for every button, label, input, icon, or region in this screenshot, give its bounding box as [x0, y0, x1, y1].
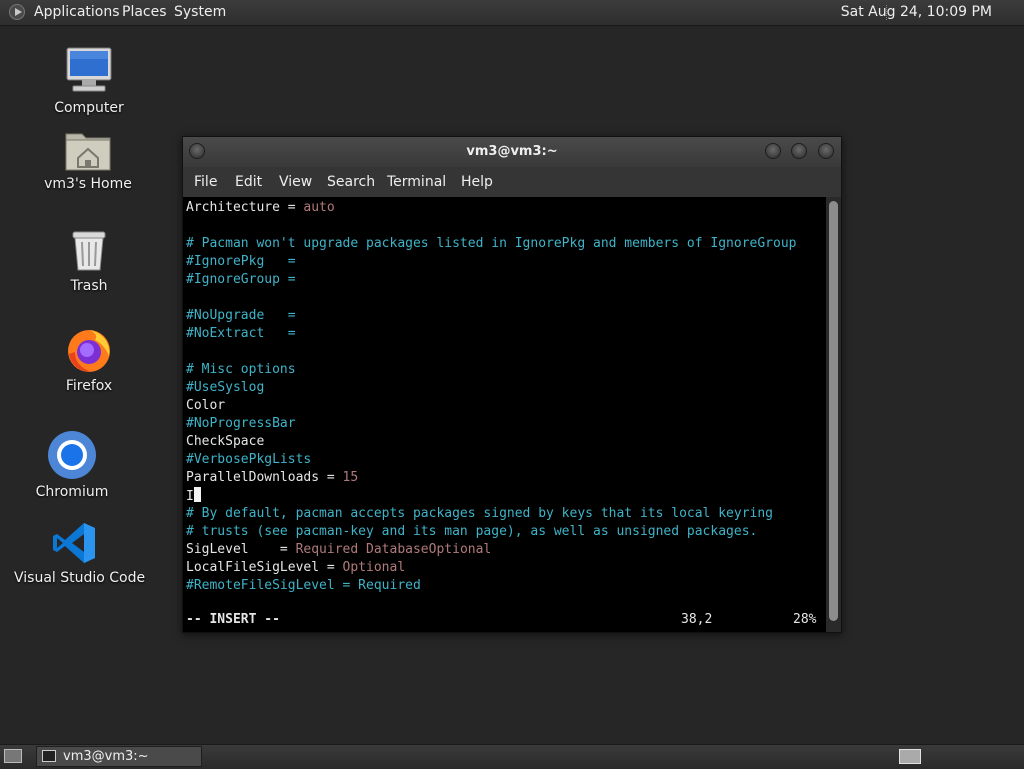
vim-mode: -- INSERT -- [186, 612, 280, 627]
desktop-icon-firefox[interactable]: Firefox [44, 326, 134, 394]
computer-icon [66, 47, 112, 92]
desktop-icon-label: Visual Studio Code [14, 570, 146, 586]
taskbar-button-label: vm3@vm3:~ [63, 749, 149, 764]
taskbar-button-terminal[interactable]: vm3@vm3:~ [36, 746, 202, 767]
terminal-content[interactable]: Architecture = auto # Pacman won't upgrad… [183, 197, 826, 632]
distro-logo-icon[interactable] [9, 4, 25, 20]
line-segment: # trusts (see pacman-key and its man pag… [186, 524, 758, 539]
desktop-icon-trash[interactable]: Trash [44, 228, 134, 294]
scroll-percent: 28% [793, 612, 817, 627]
chromium-icon [48, 431, 96, 479]
line-segment: #NoUpgrade = [186, 308, 296, 323]
line-segment: ParallelDownloads = [186, 470, 343, 485]
trash-icon [72, 231, 106, 271]
terminal-line: # trusts (see pacman-key and its man pag… [186, 523, 757, 541]
line-segment: # By default, pacman accepts packages si… [186, 506, 773, 521]
line-segment: # Misc options [186, 362, 296, 377]
terminal-line: Color [186, 397, 225, 415]
line-segment: #RemoteFileSigLevel = Required [186, 578, 421, 593]
cursor-position: 38,2 [681, 612, 713, 627]
vim-status-line: -- INSERT -- 38,2 28% [183, 610, 826, 630]
terminal-scrollbar[interactable] [826, 197, 841, 632]
window-title: vm3@vm3:~ [466, 144, 558, 159]
firefox-icon [68, 330, 110, 372]
line-segment: #IgnorePkg = [186, 254, 296, 269]
terminal-line: Architecture = auto [186, 199, 335, 217]
desktop-icon-label: Firefox [65, 378, 113, 394]
terminal-line: #IgnoreGroup = [186, 271, 296, 289]
terminal-window[interactable]: vm3@vm3:~ File Edit View Search Terminal… [182, 136, 842, 633]
menu-view[interactable]: View [279, 174, 312, 190]
line-segment: # Pacman won't upgrade packages listed i… [186, 236, 797, 251]
vscode-icon [53, 523, 95, 563]
terminal-line: #NoProgressBar [186, 415, 296, 433]
desktop-icon-chromium[interactable]: Chromium [27, 430, 117, 500]
terminal-line: #NoExtract = [186, 325, 296, 343]
line-segment: Required DatabaseOptional [295, 542, 492, 557]
menu-help[interactable]: Help [461, 174, 493, 190]
menu-terminal[interactable]: Terminal [387, 174, 446, 190]
desktop-icon-label: Chromium [35, 484, 109, 500]
applications-menu[interactable]: Applications [34, 4, 120, 20]
terminal-line: # By default, pacman accepts packages si… [186, 505, 773, 523]
top-panel: Applications Places System Sat Aug 24, 1… [0, 0, 1024, 26]
line-segment: #NoProgressBar [186, 416, 296, 431]
line-segment: 15 [342, 470, 359, 485]
places-menu[interactable]: Places [122, 4, 167, 20]
desktop-icon-label: Computer [54, 100, 124, 116]
menu-search[interactable]: Search [327, 174, 375, 190]
show-desktop-icon[interactable] [4, 749, 22, 763]
terminal-line: ParallelDownloads = 15 [186, 469, 358, 487]
line-segment: #VerbosePkgLists [186, 452, 312, 467]
terminal-line: #UseSyslog [186, 379, 264, 397]
line-segment: I [186, 489, 194, 504]
terminal-line: #VerbosePkgLists [186, 451, 311, 469]
desktop-icon-computer[interactable]: Computer [44, 46, 134, 116]
terminal-line: I [186, 487, 201, 505]
terminal-line: SigLevel = Required DatabaseOptional [186, 541, 491, 559]
menu-file[interactable]: File [194, 174, 217, 190]
line-segment: #NoExtract = [186, 326, 296, 341]
line-segment: #IgnoreGroup = [186, 272, 296, 287]
bottom-panel: vm3@vm3:~ [0, 744, 1024, 769]
desktop-icon-label: Trash [70, 278, 108, 294]
desktop-icon-vscode[interactable]: Visual Studio Code [14, 520, 146, 586]
maximize-button[interactable] [791, 143, 807, 159]
line-segment: LocalFileSigLevel = [186, 560, 343, 575]
terminal-line: #RemoteFileSigLevel = Required [186, 577, 421, 595]
menu-edit[interactable]: Edit [235, 174, 262, 190]
home-folder-icon [65, 133, 111, 171]
line-segment: #UseSyslog [186, 380, 265, 395]
desktop-icon-label: vm3's Home [44, 176, 132, 192]
close-button[interactable] [818, 143, 834, 159]
scrollbar-thumb[interactable] [829, 201, 838, 621]
terminal-line: # Pacman won't upgrade packages listed i… [186, 235, 796, 253]
minimize-button[interactable] [765, 143, 781, 159]
line-segment: CheckSpace [186, 434, 265, 449]
clock[interactable]: Sat Aug 24, 10:09 PM [841, 4, 992, 20]
terminal-line: LocalFileSigLevel = Optional [186, 559, 405, 577]
line-segment: Optional [342, 560, 406, 575]
terminal-line: #IgnorePkg = [186, 253, 296, 271]
system-menu[interactable]: System [174, 4, 226, 20]
text-cursor [193, 487, 201, 502]
terminal-line: CheckSpace [186, 433, 264, 451]
terminal-icon [42, 750, 56, 762]
line-segment: auto [303, 200, 335, 215]
terminal-line: # Misc options [186, 361, 296, 379]
line-segment: Architecture = [186, 200, 304, 215]
line-segment: Color [186, 398, 226, 413]
desktop-icon-home[interactable]: vm3's Home [38, 128, 138, 192]
terminal-line: #NoUpgrade = [186, 307, 296, 325]
workspace-switcher[interactable] [899, 749, 921, 764]
terminal-titlebar[interactable]: vm3@vm3:~ [183, 137, 841, 167]
terminal-menubar: File Edit View Search Terminal Help [183, 167, 841, 197]
line-segment: SigLevel = [186, 542, 296, 557]
